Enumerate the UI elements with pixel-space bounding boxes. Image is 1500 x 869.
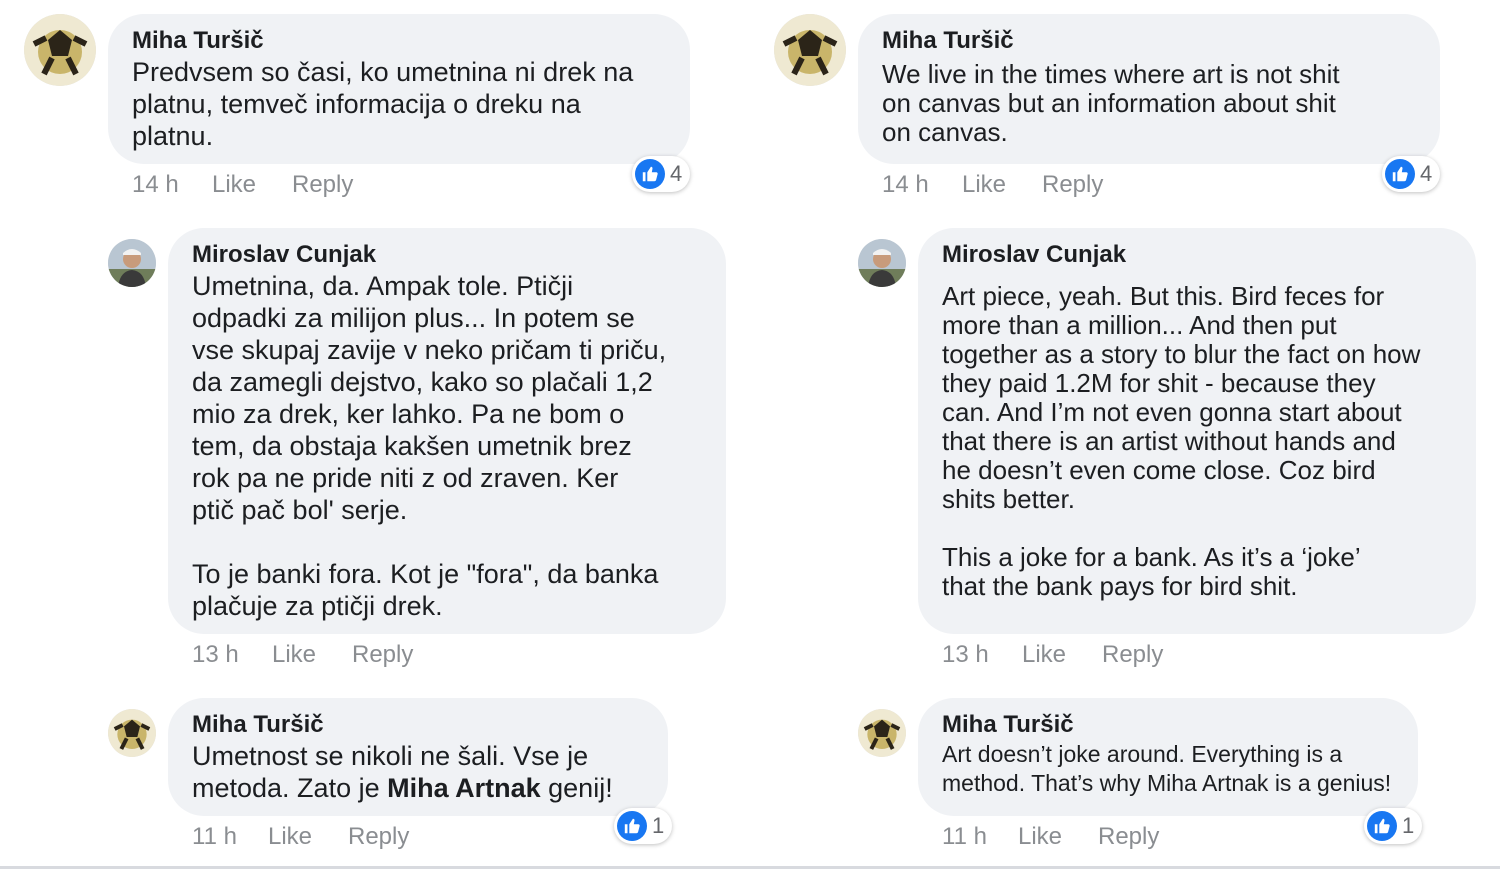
comment-actions: 14 h Like Reply (882, 171, 1103, 199)
comment-timestamp[interactable]: 11 h (192, 823, 268, 851)
like-button[interactable]: Like (962, 171, 1042, 199)
reply-button[interactable]: Reply (1098, 823, 1159, 851)
comments-panel-original: Miha Turšič Predvsem so časi, ko umetnin… (0, 0, 750, 869)
reply-button[interactable]: Reply (1042, 171, 1103, 199)
comment-author[interactable]: Miha Turšič (942, 710, 1398, 740)
soccer-ball-avatar[interactable] (858, 709, 906, 757)
like-button[interactable]: Like (212, 171, 292, 199)
soccer-ball-avatar[interactable] (24, 14, 96, 86)
comment-timestamp[interactable]: 13 h (942, 641, 1022, 669)
comment-text: We live in the times where art is not sh… (882, 59, 1340, 147)
reply-button[interactable]: Reply (352, 641, 413, 669)
comment-actions: 13 h Like Reply (192, 641, 413, 669)
comment-actions: 14 h Like Reply (132, 171, 353, 199)
like-button[interactable]: Like (1018, 823, 1098, 851)
like-button[interactable]: Like (268, 823, 348, 851)
reaction-badge[interactable]: 1 (1364, 808, 1423, 844)
comment-bubble: Miha Turšič Predvsem so časi, ko umetnin… (108, 14, 690, 164)
comment-timestamp[interactable]: 13 h (192, 641, 272, 669)
reaction-count: 1 (1402, 813, 1415, 838)
like-button[interactable]: Like (272, 641, 352, 669)
reaction-badge[interactable]: 4 (632, 156, 691, 192)
thumbs-up-icon (1367, 811, 1397, 841)
soccer-ball-avatar[interactable] (774, 14, 846, 86)
person-photo-avatar[interactable] (108, 239, 156, 287)
mention-link[interactable]: Miha Artnak (387, 773, 541, 803)
comment-bubble: Miha Turšič Art doesn’t joke around. Eve… (918, 698, 1418, 816)
thumbs-up-icon (1385, 159, 1415, 189)
comment-bubble: Miroslav Cunjak Umetnina, da. Ampak tole… (168, 228, 726, 634)
thumbs-up-icon (617, 811, 647, 841)
comment-author[interactable]: Miha Turšič (192, 710, 644, 740)
comment-text-part: genij! (540, 773, 613, 803)
reaction-count: 4 (1420, 161, 1433, 186)
soccer-ball-avatar[interactable] (108, 709, 156, 757)
comment-author[interactable]: Miroslav Cunjak (192, 240, 702, 270)
reply-button[interactable]: Reply (348, 823, 409, 851)
comment-actions: 11 h Like Reply (942, 823, 1159, 851)
comments-panel-translation: Miha Turšič We live in the times where a… (750, 0, 1500, 869)
comment-bubble: Miha Turšič We live in the times where a… (858, 14, 1440, 164)
comment-timestamp[interactable]: 11 h (942, 823, 1018, 851)
comment-author[interactable]: Miroslav Cunjak (942, 240, 1456, 270)
reply-button[interactable]: Reply (1102, 641, 1163, 669)
comment-text: Art piece, yeah. But this. Bird feces fo… (942, 281, 1421, 601)
comment-timestamp[interactable]: 14 h (132, 171, 212, 199)
reaction-count: 1 (652, 813, 665, 838)
comment-actions: 11 h Like Reply (192, 823, 409, 851)
comment-text: Umetnina, da. Ampak tole. Ptičji odpadki… (192, 271, 667, 621)
like-button[interactable]: Like (1022, 641, 1102, 669)
comment-bubble: Miroslav Cunjak Art piece, yeah. But thi… (918, 228, 1476, 634)
reply-button[interactable]: Reply (292, 171, 353, 199)
reaction-count: 4 (670, 161, 683, 186)
comment-text: Umetnost se nikoli ne šali. Vse je metod… (192, 740, 644, 804)
comment-timestamp[interactable]: 14 h (882, 171, 962, 199)
reaction-badge[interactable]: 1 (614, 808, 673, 844)
reaction-badge[interactable]: 4 (1382, 156, 1441, 192)
thumbs-up-icon (635, 159, 665, 189)
comment-author[interactable]: Miha Turšič (882, 26, 1416, 56)
comment-text: Art doesn’t joke around. Everything is a… (942, 741, 1392, 796)
comment-author[interactable]: Miha Turšič (132, 26, 666, 56)
person-photo-avatar[interactable] (858, 239, 906, 287)
comment-bubble: Miha Turšič Umetnost se nikoli ne šali. … (168, 698, 668, 816)
comment-actions: 13 h Like Reply (942, 641, 1163, 669)
comment-text: Predvsem so časi, ko umetnina ni drek na… (132, 57, 634, 151)
